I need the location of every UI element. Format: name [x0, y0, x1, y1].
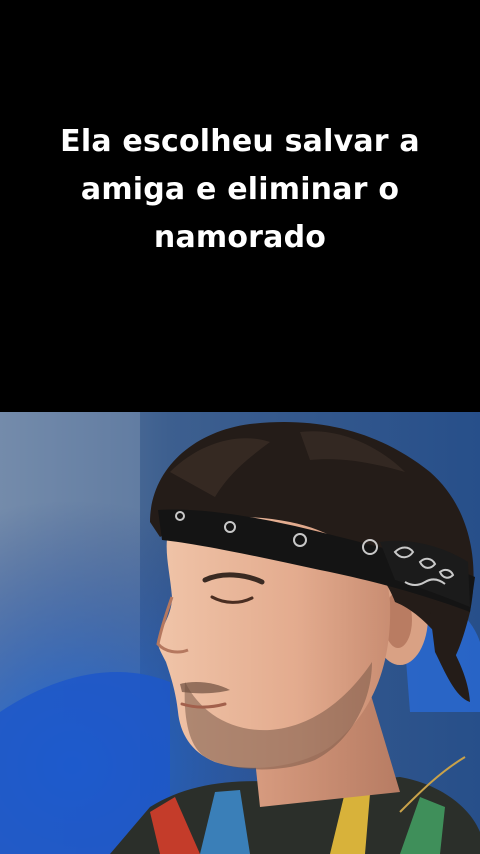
caption-line-3: namorado	[153, 220, 327, 255]
caption-area: Ela escolheu salvar a amiga e eliminar o…	[0, 0, 480, 412]
caption-text: Ela escolheu salvar a amiga e eliminar o…	[40, 118, 440, 262]
person-portrait-photo	[0, 412, 480, 854]
reel-screen: Ela escolheu salvar a amiga e eliminar o…	[0, 0, 480, 854]
caption-line-1: Ela escolheu salvar a	[60, 124, 420, 159]
caption-line-2: amiga e eliminar o	[80, 172, 400, 207]
video-frame[interactable]	[0, 412, 480, 854]
